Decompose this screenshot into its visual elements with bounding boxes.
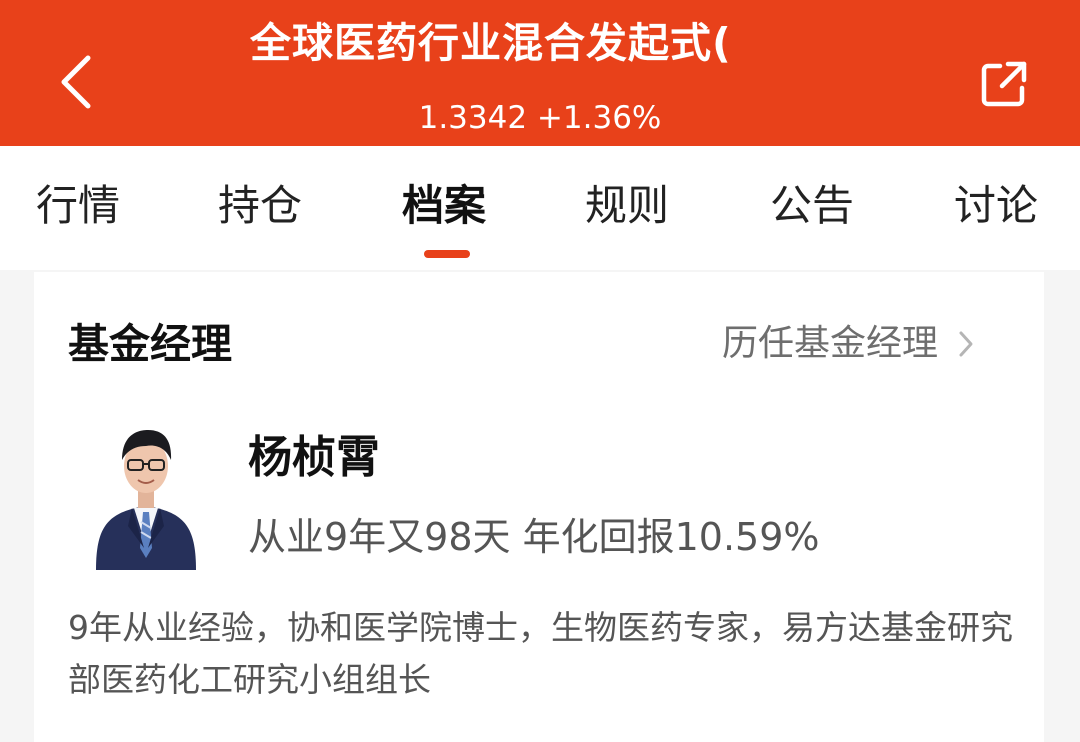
tab-discussion[interactable]: 讨论 bbox=[954, 176, 1038, 236]
history-managers-link[interactable]: 历任基金经理 bbox=[722, 316, 974, 372]
share-external-icon bbox=[981, 61, 1027, 107]
fund-title: 全球医药行业混合发起式( bbox=[250, 19, 732, 67]
share-button[interactable] bbox=[968, 48, 1040, 120]
chevron-right-icon bbox=[958, 330, 974, 358]
manager-description: 9年从业经验，协和医学院博士，生物医药专家，易方达基金研究部医药化工研究小组组长 bbox=[68, 608, 1013, 699]
history-managers-label: 历任基金经理 bbox=[722, 323, 939, 364]
tab-holdings[interactable]: 持仓 bbox=[218, 176, 302, 236]
tab-profile[interactable]: 档案 bbox=[402, 176, 486, 236]
manager-avatar[interactable] bbox=[94, 416, 198, 570]
tab-bar: 行情 持仓 档案 规则 公告 讨论 bbox=[0, 146, 1080, 270]
top-header: 全球医药行业混合发起式( 1.3342 +1.36% bbox=[0, 0, 1080, 146]
tab-market[interactable]: 行情 bbox=[36, 176, 120, 236]
manager-stats: 从业9年又98天 年化回报10.59% bbox=[248, 515, 820, 559]
fund-manager-card: 基金经理 历任基金经理 杨桢霄 从业9年又98天 年化回报10.59% 9年从业… bbox=[34, 272, 1044, 742]
tab-announcements[interactable]: 公告 bbox=[770, 176, 854, 236]
manager-name[interactable]: 杨桢霄 bbox=[248, 428, 380, 488]
fund-nav-change: 1.3342 +1.36% bbox=[418, 100, 662, 136]
tab-rules[interactable]: 规则 bbox=[585, 176, 669, 236]
section-title: 基金经理 bbox=[68, 320, 232, 368]
active-tab-indicator bbox=[424, 250, 470, 258]
